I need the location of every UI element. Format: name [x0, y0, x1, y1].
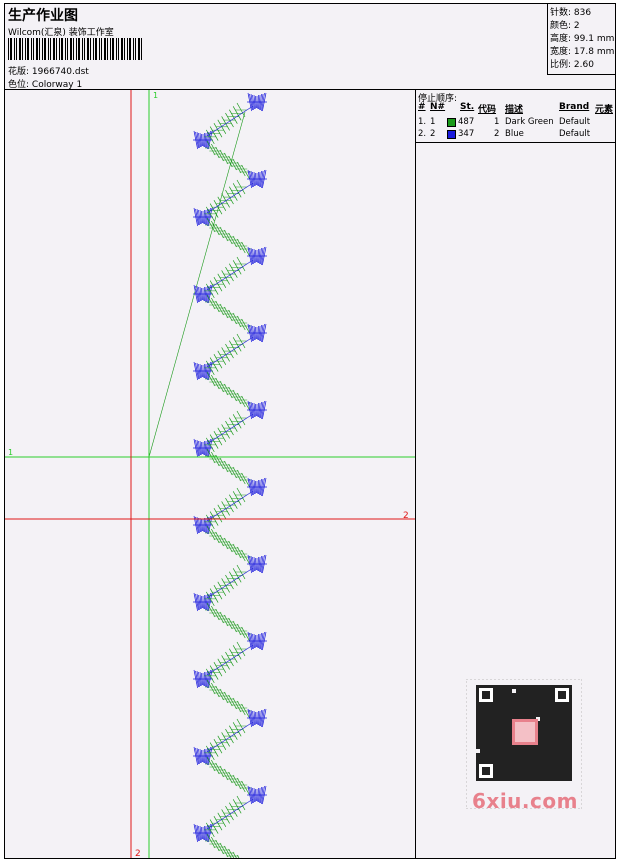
stat-value: 2 — [573, 21, 580, 31]
panel-divider — [416, 142, 616, 143]
stat-scale: 比例: 2.60 — [550, 57, 594, 70]
stop-sequence-columns: # N# St. 代码 描述 Brand 元素 — [416, 102, 616, 115]
color-swatch — [447, 130, 456, 139]
row-code: 1 — [494, 117, 500, 127]
colorway-line: 色位: Colorway 1 — [8, 77, 82, 90]
stat-value: 836 — [573, 8, 592, 18]
row-description: Blue — [505, 129, 524, 139]
design-stats: 针数: 836 颜色: 2 高度: 99.1 mm 宽度: 17.8 mm 比例… — [547, 4, 616, 75]
stat-value: 17.8 mm — [573, 47, 615, 57]
stat-width: 宽度: 17.8 mm — [550, 44, 614, 57]
studio-name: Wilcom(汇泉) 装饰工作室 — [8, 28, 114, 38]
col-code: 代码 — [478, 105, 497, 115]
green-guide-label-top: 1 — [153, 91, 158, 100]
col-number: N# — [430, 102, 446, 112]
stat-label: 宽度: — [550, 47, 572, 57]
design-file-name: 1966740.dst — [31, 67, 89, 77]
col-brand: Brand — [559, 102, 590, 112]
stat-label: 高度: — [550, 34, 572, 44]
design-file-label: 花版: — [8, 67, 30, 77]
design-file-line: 花版: 1966740.dst — [8, 64, 89, 77]
stat-label: 比例: — [550, 60, 572, 70]
col-element: 元素 — [595, 105, 614, 115]
red-guide-label-right: 2 — [403, 511, 409, 521]
watermark-logo: 6xiu.com — [472, 789, 578, 813]
red-guide-label-bottom: 2 — [135, 849, 141, 858]
col-stitches: St. — [460, 102, 475, 112]
row-code: 2 — [494, 129, 500, 139]
row-description: Dark Green — [505, 117, 554, 127]
stat-value: 99.1 mm — [573, 34, 615, 44]
stop-row: 1. 1 487 1 Dark Green Default — [416, 117, 616, 129]
header: 生产作业图 Wilcom(汇泉) 装饰工作室 花版: 1966740.dst 色… — [5, 4, 616, 90]
row-brand: Default — [559, 117, 591, 127]
stat-label: 针数: — [550, 8, 572, 18]
row-number: 1 — [430, 117, 436, 127]
row-index: 2. — [418, 129, 427, 139]
page-title: 生产作业图 — [8, 8, 78, 24]
stat-value: 2.60 — [573, 60, 594, 70]
col-description: 描述 — [505, 105, 524, 115]
colorway-name: Colorway 1 — [31, 80, 83, 90]
row-stitches: 347 — [458, 129, 475, 139]
stop-row: 2. 2 347 2 Blue Default — [416, 129, 616, 141]
row-number: 2 — [430, 129, 436, 139]
stat-colors: 颜色: 2 — [550, 18, 580, 31]
barcode-icon — [8, 38, 142, 60]
color-swatch — [447, 118, 456, 127]
colorway-label: 色位: — [8, 80, 30, 90]
col-index: # — [418, 102, 426, 112]
stitch-pattern — [148, 92, 267, 858]
stat-stitches: 针数: 836 — [550, 5, 591, 18]
design-canvas: 1 1 2 2 — [5, 90, 415, 858]
row-index: 1. — [418, 117, 427, 127]
stat-label: 颜色: — [550, 21, 572, 31]
row-stitches: 487 — [458, 117, 475, 127]
green-guide-label-left: 1 — [8, 448, 13, 457]
stat-height: 高度: 99.1 mm — [550, 31, 614, 44]
row-brand: Default — [559, 129, 591, 139]
